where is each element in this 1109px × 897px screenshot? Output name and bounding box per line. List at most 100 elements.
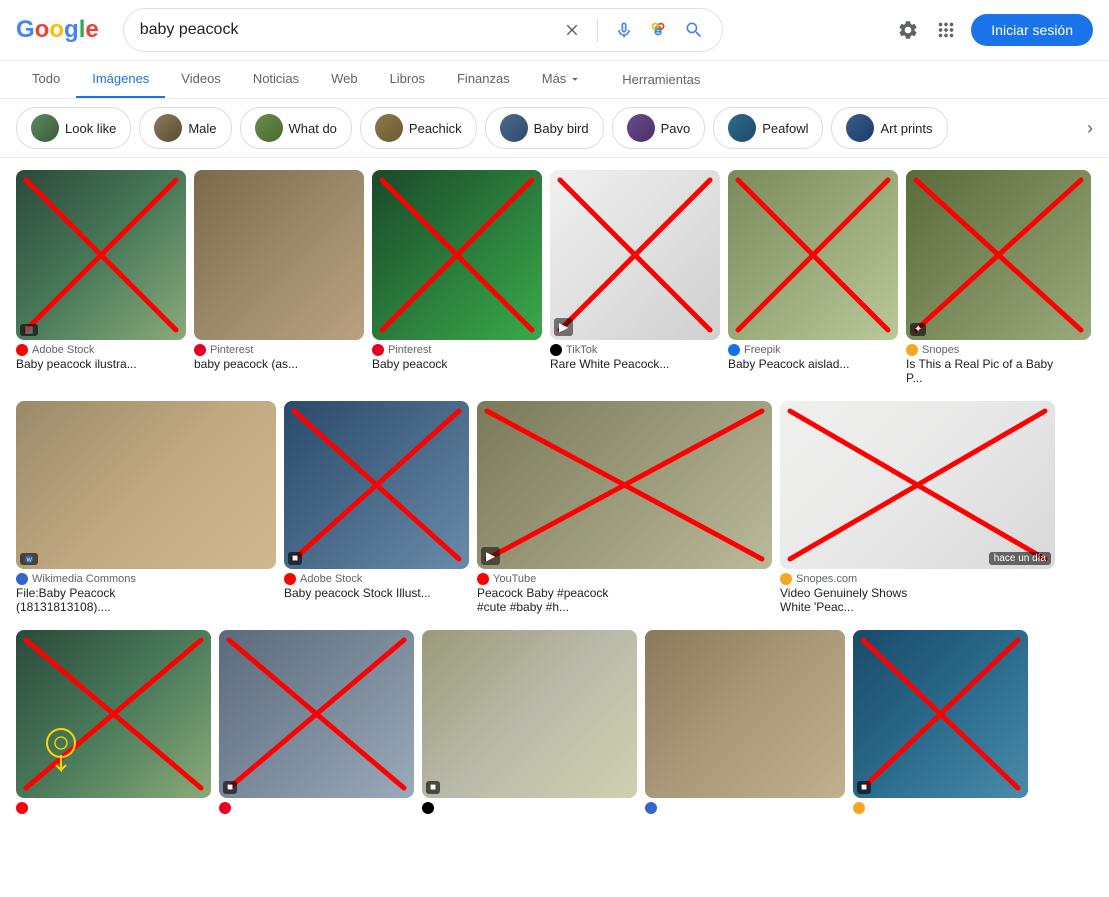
chip-what-do[interactable]: What do (240, 107, 352, 149)
item-source-9: YouTube (477, 573, 772, 585)
result-item-7[interactable]: W Wikimedia Commons File:Baby Peacock (1… (16, 401, 276, 614)
image-card-2[interactable] (194, 170, 364, 340)
chip-peachick[interactable]: Peachick (360, 107, 477, 149)
search-input[interactable]: baby peacock (140, 21, 553, 39)
result-item-9[interactable]: ▶ YouTube Peacock Baby #peacock #cute #b… (477, 401, 772, 614)
image-card-12[interactable]: ■ (219, 630, 414, 798)
source-dot-11 (16, 802, 28, 814)
result-item-5[interactable]: Freepik Baby Peacock aislad... (728, 170, 898, 371)
image-source-badge-15: ■ (857, 781, 871, 794)
item-meta-8: Adobe Stock Baby peacock Stock Illust... (284, 569, 469, 600)
chip-look-like[interactable]: Look like (16, 107, 131, 149)
result-item-15[interactable]: ■ (853, 630, 1028, 814)
result-item-6[interactable]: ✦ Snopes Is This a Real Pic of a Baby P.… (906, 170, 1091, 385)
source-dot-12 (219, 802, 231, 814)
image-search-button[interactable] (646, 17, 672, 43)
item-source-6: Snopes (906, 344, 1091, 356)
image-source-badge-12: ■ (223, 781, 237, 794)
result-item-1[interactable]: Adobe Stock Baby peacock ilustra... (16, 170, 186, 371)
chip-pavo[interactable]: Pavo (612, 107, 706, 149)
results-row-2: W Wikimedia Commons File:Baby Peacock (1… (16, 401, 1093, 614)
chip-baby-bird[interactable]: Baby bird (485, 107, 604, 149)
voice-search-button[interactable] (612, 18, 636, 42)
search-icons (561, 17, 706, 43)
image-source-badge-7: W (20, 553, 38, 565)
iniciar-sesion-button[interactable]: Iniciar sesión (971, 14, 1093, 46)
tab-finanzas[interactable]: Finanzas (441, 61, 526, 98)
result-item-10[interactable]: hace un día Snopes.com Video Genuinely S… (780, 401, 1055, 614)
tab-noticias[interactable]: Noticias (237, 61, 315, 98)
item-title-9: Peacock Baby #peacock #cute #baby #h... (477, 586, 637, 614)
tab-mas[interactable]: Más (526, 61, 599, 98)
item-title-5: Baby Peacock aislad... (728, 357, 888, 371)
image-card-5[interactable] (728, 170, 898, 340)
source-dot-1 (16, 344, 28, 356)
item-meta-6: Snopes Is This a Real Pic of a Baby P... (906, 340, 1091, 385)
image-card-11[interactable] (16, 630, 211, 798)
item-title-10: Video Genuinely Shows White 'Peac... (780, 586, 940, 614)
item-title-3: Baby peacock (372, 357, 532, 371)
item-source-14 (645, 802, 845, 814)
image-card-3[interactable] (372, 170, 542, 340)
image-card-7[interactable]: W (16, 401, 276, 569)
item-meta-15 (853, 798, 1028, 814)
result-item-12[interactable]: ■ (219, 630, 414, 814)
item-meta-4: TikTok Rare White Peacock... (550, 340, 720, 371)
svg-text:W: W (27, 558, 33, 564)
herramientas-button[interactable]: Herramientas (606, 62, 716, 97)
image-card-8[interactable]: ■ (284, 401, 469, 569)
tab-videos[interactable]: Videos (165, 61, 237, 98)
tab-todo[interactable]: Todo (16, 61, 76, 98)
image-results: Adobe Stock Baby peacock ilustra... Pint… (0, 158, 1109, 842)
source-dot-7 (16, 573, 28, 585)
image-card-10[interactable]: hace un día (780, 401, 1055, 569)
google-logo[interactable]: Google (16, 16, 99, 44)
source-dot-10 (780, 573, 792, 585)
google-search-button[interactable] (682, 18, 706, 42)
result-item-3[interactable]: Pinterest Baby peacock (372, 170, 542, 371)
result-item-11[interactable] (16, 630, 211, 814)
source-dot-13 (422, 802, 434, 814)
item-source-10: Snopes.com (780, 573, 1055, 585)
chip-male[interactable]: Male (139, 107, 231, 149)
result-item-4[interactable]: ▶ TikTok Rare White Peacock... (550, 170, 720, 371)
source-dot-2 (194, 344, 206, 356)
result-item-8[interactable]: ■ Adobe Stock Baby peacock Stock Illust.… (284, 401, 469, 600)
image-card-13[interactable]: ■ (422, 630, 637, 798)
source-dot-14 (645, 802, 657, 814)
tab-imagenes[interactable]: Imágenes (76, 61, 165, 98)
annotation-arrow-11 (54, 755, 68, 778)
item-meta-9: YouTube Peacock Baby #peacock #cute #bab… (477, 569, 772, 614)
image-card-14[interactable] (645, 630, 845, 798)
chip-art-prints[interactable]: Art prints (831, 107, 947, 149)
image-card-1[interactable] (16, 170, 186, 340)
source-dot-15 (853, 802, 865, 814)
chips-scroll-right[interactable]: › (1087, 118, 1093, 139)
image-source-badge-1 (20, 324, 38, 336)
hace-badge-10: hace un día (989, 552, 1051, 565)
tab-libros[interactable]: Libros (374, 61, 441, 98)
clear-search-button[interactable] (561, 19, 583, 41)
tab-web[interactable]: Web (315, 61, 374, 98)
chip-peafowl[interactable]: Peafowl (713, 107, 823, 149)
item-source-3: Pinterest (372, 344, 542, 356)
video-play-icon-9: ▶ (481, 547, 500, 565)
settings-button[interactable] (895, 17, 921, 43)
image-card-4[interactable]: ▶ (550, 170, 720, 340)
source-dot-6 (906, 344, 918, 356)
item-meta-7: Wikimedia Commons File:Baby Peacock (181… (16, 569, 276, 614)
image-card-15[interactable]: ■ (853, 630, 1028, 798)
source-dot-5 (728, 344, 740, 356)
item-meta-2: Pinterest baby peacock (as... (194, 340, 364, 371)
result-item-14[interactable] (645, 630, 845, 814)
image-card-9[interactable]: ▶ (477, 401, 772, 569)
result-item-13[interactable]: ■ (422, 630, 637, 814)
search-bar: baby peacock (123, 8, 723, 52)
image-source-badge-6: ✦ (910, 323, 926, 336)
item-source-1: Adobe Stock (16, 344, 186, 356)
image-card-6[interactable]: ✦ (906, 170, 1091, 340)
result-item-2[interactable]: Pinterest baby peacock (as... (194, 170, 364, 371)
item-meta-3: Pinterest Baby peacock (372, 340, 542, 371)
results-row-3: ■ ■ (16, 630, 1093, 814)
apps-button[interactable] (933, 17, 959, 43)
